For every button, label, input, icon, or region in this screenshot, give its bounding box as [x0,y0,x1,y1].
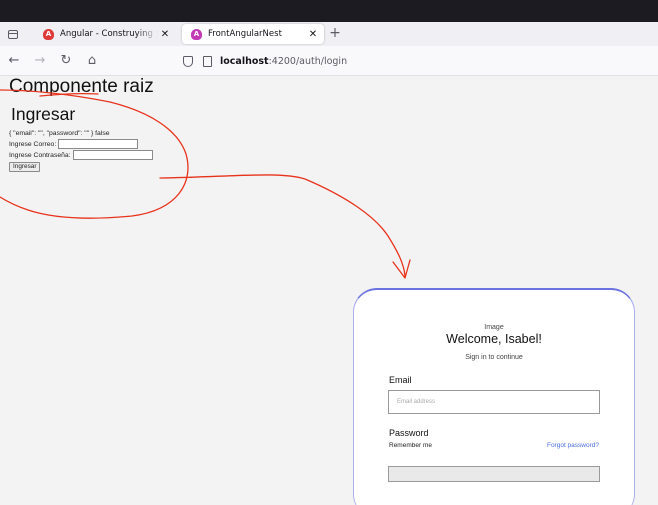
angular-icon: A [43,28,54,40]
close-icon[interactable]: ✕ [158,29,172,40]
mockup-password-label: Password [389,428,429,438]
tab-front-angular-nest[interactable]: A FrontAngularNest ✕ [182,24,324,44]
back-arrow-icon[interactable]: ← [6,53,22,69]
address-bar[interactable]: localhost:4200/auth/login [180,50,650,72]
shield-icon[interactable] [183,55,193,67]
tab-title: FrontAngularNest [208,29,282,39]
navigation-bar: ← → ↻ ⌂ localhost:4200/auth/login [0,46,658,76]
mockup-remember-me[interactable]: Remember me [389,442,432,449]
app-title: Componente raiz [9,76,154,97]
login-mockup-card: Image Welcome, Isabel! Sign in to contin… [353,288,635,505]
email-input[interactable] [58,139,139,149]
tab-angular-docs[interactable]: A Angular - Construying y servir a ✕ [34,24,176,44]
tab-strip: A Angular - Construying y servir a ✕ A F… [0,22,658,46]
page-info-icon[interactable] [203,55,212,67]
tab-title: Angular - Construying y servir a [60,29,158,39]
password-label: Ingrese Contraseña: [9,151,71,159]
email-label: Ingrese Correo: [9,140,57,148]
mockup-welcome-heading: Welcome, Isabel! [446,332,542,346]
password-row: Ingrese Contraseña: [9,150,153,160]
tab-list-icon[interactable] [4,25,22,43]
angular-icon: A [191,28,202,40]
window-top-bar [0,0,658,22]
url-path: :4200/auth/login [268,55,348,67]
forward-arrow-icon[interactable]: → [32,53,48,69]
login-heading: Ingresar [11,104,76,124]
close-icon[interactable]: ✕ [306,29,320,40]
mockup-email-label: Email [389,375,412,385]
new-tab-button[interactable]: + [326,25,344,43]
mockup-image-placeholder: Image [484,324,504,331]
debug-output: { "email": "", "password": "" } false [9,130,110,137]
email-row: Ingrese Correo: [9,139,139,149]
mockup-email-input[interactable]: Email address [388,390,600,414]
home-icon[interactable]: ⌂ [84,53,100,69]
page-viewport: Componente raiz Ingresar { "email": "", … [0,76,658,505]
mockup-forgot-password-link[interactable]: Forgot password? [547,442,599,449]
url-text[interactable]: localhost:4200/auth/login [220,56,347,67]
submit-button[interactable]: Ingresar [9,162,41,172]
annotation-arrow-line [159,174,406,277]
url-host: localhost [220,55,269,67]
annotation-arrowhead [392,259,411,279]
mockup-subtitle: Sign in to continue [465,354,523,361]
reload-icon[interactable]: ↻ [58,53,74,69]
mockup-signin-button[interactable] [388,466,600,482]
password-input[interactable] [72,150,153,160]
